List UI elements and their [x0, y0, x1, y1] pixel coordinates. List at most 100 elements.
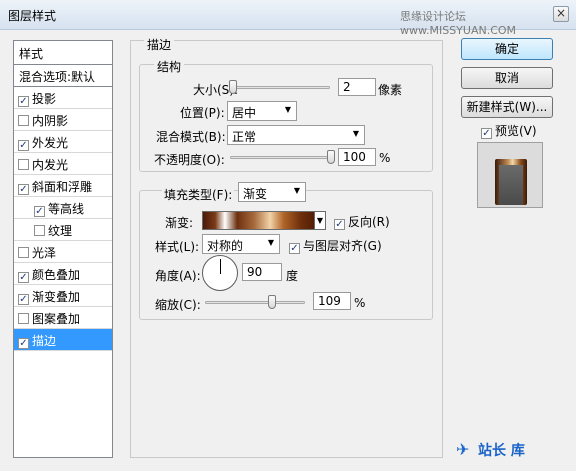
- checkbox-bevel-emboss[interactable]: ✓: [18, 184, 29, 195]
- close-button[interactable]: ×: [553, 6, 569, 22]
- close-icon: ×: [555, 6, 567, 20]
- checkbox-pattern-overlay[interactable]: [18, 313, 29, 324]
- style-item-label: 颜色叠加: [32, 268, 81, 282]
- cancel-button[interactable]: 取消: [461, 67, 553, 89]
- checkbox-stroke[interactable]: ✓: [18, 338, 29, 349]
- size-slider-thumb[interactable]: [229, 80, 237, 94]
- checkbox-gradient-overlay[interactable]: ✓: [18, 294, 29, 305]
- fill-type-value: 渐变: [243, 187, 268, 201]
- style-item-bevel-emboss[interactable]: ✓ 斜面和浮雕: [14, 175, 112, 197]
- style-item-inner-shadow[interactable]: 内阴影: [14, 109, 112, 131]
- checkbox-contour[interactable]: ✓: [34, 206, 45, 217]
- style-item-color-overlay[interactable]: ✓ 颜色叠加: [14, 263, 112, 285]
- style-preview-thumbnail: [477, 142, 543, 208]
- angle-unit: 度: [286, 269, 299, 283]
- style-item-label: 内发光: [32, 158, 69, 172]
- style-item-label: 描边: [32, 334, 57, 348]
- checkbox-inner-glow[interactable]: [18, 159, 29, 170]
- scale-slider-thumb[interactable]: [268, 295, 276, 309]
- opacity-unit: %: [379, 151, 391, 165]
- size-slider-track[interactable]: [230, 86, 330, 89]
- gradient-picker-chevron-icon[interactable]: ▼: [314, 211, 326, 230]
- align-with-layer-label: 与图层对齐(G): [303, 239, 382, 253]
- size-unit: 像素: [378, 83, 403, 97]
- style-item-label: 图案叠加: [32, 312, 81, 326]
- style-item-label: 外发光: [32, 136, 69, 150]
- style-item-satin[interactable]: 光泽: [14, 241, 112, 263]
- style-item-label: 斜面和浮雕: [32, 180, 93, 194]
- preview-option[interactable]: ✓ 预览(V): [481, 122, 537, 139]
- blend-mode-value: 正常: [232, 130, 257, 144]
- align-option[interactable]: ✓ 与图层对齐(G): [289, 237, 382, 254]
- opacity-input[interactable]: 100: [338, 148, 376, 166]
- preview-label: 预览(V): [495, 124, 537, 138]
- title-bar: 图层样式 思缘设计论坛 www.MISSYUAN.COM ×: [0, 0, 576, 37]
- scale-label: 缩放(C):: [155, 298, 201, 312]
- reverse-checkbox[interactable]: ✓: [334, 219, 345, 230]
- style-item-contour[interactable]: ✓ 等高线: [14, 197, 112, 219]
- chevron-down-icon: ▼: [293, 186, 300, 195]
- position-select[interactable]: 居中 ▼: [227, 101, 297, 121]
- style-item-label: 投影: [32, 92, 57, 106]
- chevron-down-icon: ▼: [352, 129, 359, 138]
- style-item-inner-glow[interactable]: 内发光: [14, 153, 112, 175]
- style-item-pattern-overlay[interactable]: 图案叠加: [14, 307, 112, 329]
- opacity-slider-track[interactable]: [230, 156, 333, 159]
- style-label: 样式(L):: [155, 240, 200, 254]
- blend-options-item[interactable]: 混合选项:默认: [14, 65, 112, 87]
- fill-type-select[interactable]: 渐变 ▼: [238, 182, 306, 202]
- angle-needle: [220, 259, 221, 274]
- angle-dial[interactable]: [202, 255, 238, 291]
- watermark-logo-icon: ✈: [456, 440, 470, 459]
- style-item-label: 纹理: [48, 224, 73, 238]
- scale-unit: %: [354, 296, 366, 310]
- gradient-style-select[interactable]: 对称的 ▼: [202, 234, 280, 254]
- reverse-option[interactable]: ✓ 反向(R): [334, 213, 390, 230]
- gradient-swatch[interactable]: [202, 211, 326, 230]
- watermark-bottom: 站长 库: [478, 443, 525, 459]
- gradient-label: 渐变:: [165, 216, 194, 230]
- reverse-label: 反向(R): [348, 215, 390, 229]
- position-select-value: 居中: [232, 106, 257, 120]
- scale-input[interactable]: 109: [313, 292, 351, 310]
- style-item-outer-glow[interactable]: ✓ 外发光: [14, 131, 112, 153]
- style-item-label: 内阴影: [32, 114, 69, 128]
- structure-group-title: 结构: [154, 58, 185, 75]
- new-style-button[interactable]: 新建样式(W)...: [461, 96, 553, 118]
- style-item-label: 渐变叠加: [32, 290, 81, 304]
- angle-label: 角度(A):: [155, 269, 201, 283]
- blend-mode-select[interactable]: 正常 ▼: [227, 125, 365, 145]
- align-with-layer-checkbox[interactable]: ✓: [289, 243, 300, 254]
- watermark-top: 思缘设计论坛 www.MISSYUAN.COM: [400, 10, 517, 37]
- style-item-label: 光泽: [32, 246, 57, 260]
- style-item-label: 等高线: [48, 202, 85, 216]
- ok-button[interactable]: 确定: [461, 38, 553, 60]
- chevron-down-icon: ▼: [267, 238, 274, 247]
- window-title: 图层样式: [8, 9, 57, 23]
- styles-list: 样式 混合选项:默认 ✓ 投影 内阴影 ✓ 外发光 内发光 ✓ 斜面和浮雕 ✓ 等高线 …: [13, 40, 113, 458]
- preview-checkbox[interactable]: ✓: [481, 128, 492, 139]
- position-label: 位置(P):: [180, 106, 225, 120]
- checkbox-inner-shadow[interactable]: [18, 115, 29, 126]
- scale-slider-track[interactable]: [205, 301, 305, 304]
- opacity-label: 不透明度(O):: [154, 153, 225, 167]
- opacity-slider-thumb[interactable]: [327, 150, 335, 164]
- style-item-gradient-overlay[interactable]: ✓ 渐变叠加: [14, 285, 112, 307]
- gradient-style-value: 对称的: [207, 239, 244, 253]
- preview-swatch: [495, 159, 527, 205]
- style-item-texture[interactable]: 纹理: [14, 219, 112, 241]
- checkbox-color-overlay[interactable]: ✓: [18, 272, 29, 283]
- checkbox-texture[interactable]: [34, 225, 45, 236]
- styles-header[interactable]: 样式: [14, 41, 112, 65]
- checkbox-drop-shadow[interactable]: ✓: [18, 96, 29, 107]
- angle-input[interactable]: 90: [242, 263, 282, 281]
- checkbox-outer-glow[interactable]: ✓: [18, 140, 29, 151]
- fill-type-label: 填充类型(F):: [162, 186, 235, 203]
- blend-mode-label: 混合模式(B):: [156, 130, 226, 144]
- checkbox-satin[interactable]: [18, 247, 29, 258]
- size-input[interactable]: 2: [338, 78, 376, 96]
- chevron-down-icon: ▼: [284, 105, 291, 114]
- stroke-section-title: 描边: [144, 36, 175, 53]
- style-item-stroke[interactable]: ✓ 描边: [14, 329, 112, 351]
- style-item-drop-shadow[interactable]: ✓ 投影: [14, 87, 112, 109]
